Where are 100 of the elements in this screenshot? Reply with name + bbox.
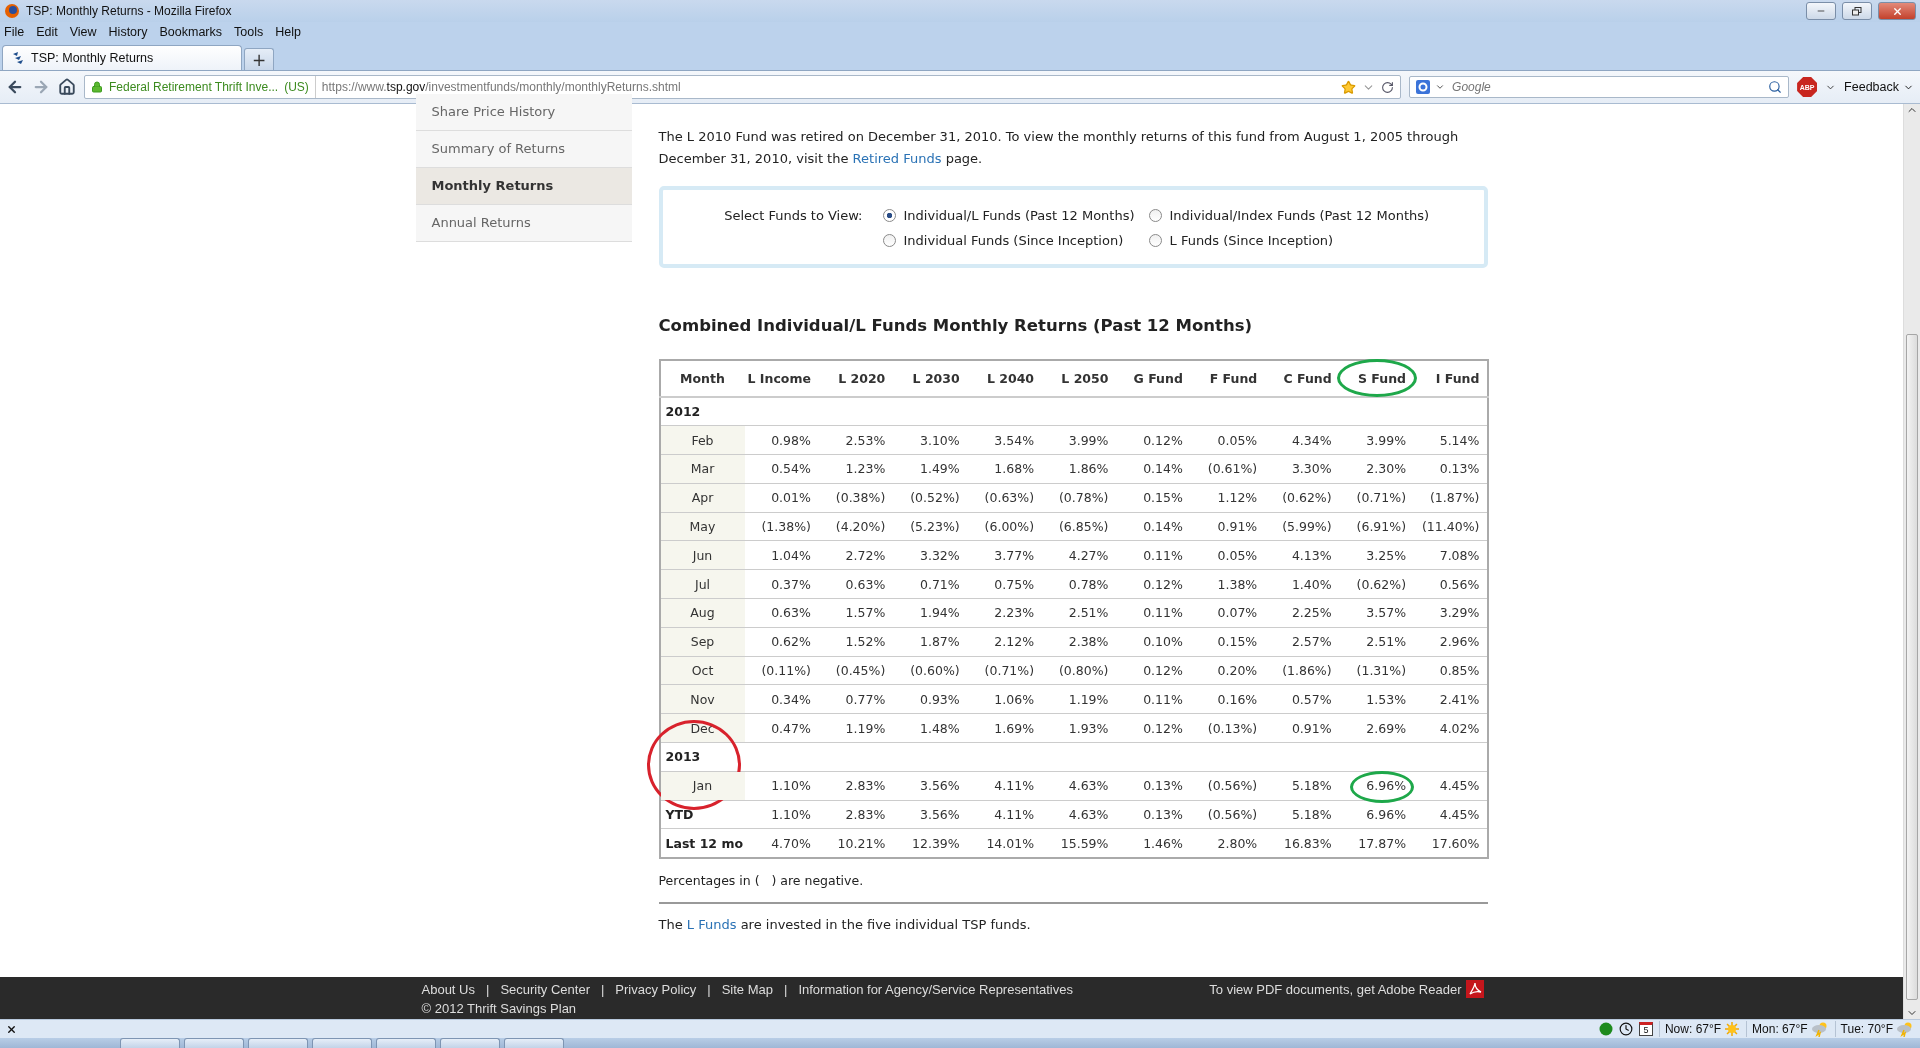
table-cell: 0.16% — [1217, 691, 1258, 707]
search-icon[interactable] — [1768, 80, 1783, 94]
table-cell: (0.63%) — [984, 490, 1035, 506]
menu-item[interactable]: Help — [275, 25, 301, 39]
table-cell: 1.52% — [845, 634, 886, 650]
radio-button[interactable] — [1148, 234, 1162, 247]
menu-item[interactable]: History — [108, 25, 148, 39]
retired-funds-link[interactable]: Retired Funds — [852, 151, 942, 166]
url-text: https://www.tsp.gov/investmentfunds/monthly/monthlyReturns.shtml — [321, 80, 682, 94]
table-cell: 0.77% — [845, 691, 886, 707]
minimize-button[interactable] — [1806, 2, 1836, 20]
taskbar-button[interactable] — [504, 1038, 564, 1048]
table-cell: 0.47% — [771, 720, 811, 736]
menu-item[interactable]: View — [69, 25, 97, 39]
radio-button[interactable] — [882, 234, 896, 247]
table-note: Percentages in ( ) are negative. — [658, 872, 865, 888]
table-title: Combined Individual/L Funds Monthly Returns (Past 12 Months) — [658, 316, 1254, 335]
menu-item[interactable]: Edit — [36, 25, 58, 39]
sidebar-item[interactable]: Share Price History — [415, 94, 632, 131]
table-cell: 0.91% — [1217, 519, 1258, 535]
footer-link[interactable]: Privacy Policy — [615, 980, 697, 999]
radio-option[interactable]: Individual/Index Funds (Past 12 Months) — [1148, 208, 1449, 223]
table-cell: 1.19% — [845, 720, 886, 736]
table-cell: 3.99% — [1068, 432, 1109, 448]
dropdown-icon[interactable] — [1435, 82, 1446, 92]
taskbar-button[interactable] — [440, 1038, 500, 1048]
calendar-icon[interactable]: 5 — [1638, 1022, 1653, 1036]
close-button[interactable] — [1878, 2, 1916, 20]
year-label: 2012 — [665, 404, 701, 420]
taskbar-button[interactable] — [376, 1038, 436, 1048]
taskbar-button[interactable] — [120, 1038, 180, 1048]
taskbar-button[interactable] — [248, 1038, 308, 1048]
table-cell: 0.11% — [1143, 605, 1183, 621]
pdf-icon[interactable] — [1465, 980, 1484, 998]
radio-option[interactable]: Individual/L Funds (Past 12 Months) — [882, 208, 1149, 223]
column-header: Month — [680, 371, 725, 386]
table-cell: 3.57% — [1366, 605, 1406, 621]
browser-tab[interactable]: TSP: Monthly Returns — [2, 45, 242, 70]
storm-cloud-icon — [1810, 1021, 1829, 1037]
table-cell: 4.45% — [1439, 807, 1480, 823]
search-input[interactable]: Google — [1450, 79, 1764, 95]
table-cell: 4.27% — [1068, 547, 1109, 563]
scroll-thumb[interactable] — [1906, 334, 1918, 1000]
month-label: Jun — [692, 547, 713, 563]
lfunds-link[interactable]: L Funds — [686, 916, 737, 932]
month-label: May — [689, 519, 716, 535]
restore-button[interactable] — [1842, 2, 1872, 20]
table-cell: 0.78% — [1068, 576, 1109, 592]
footer-link[interactable]: Security Center — [500, 980, 590, 999]
menu-item[interactable]: File — [4, 25, 25, 39]
address-bar[interactable]: Federal Retirement Thrift Inve... (US) https://www.tsp.gov/investmentfunds/monthly/monthlyReturns.shtml — [84, 75, 1402, 99]
radio-option[interactable]: Individual Funds (Since Inception) — [882, 233, 1149, 248]
taskbar-button[interactable] — [184, 1038, 244, 1048]
menu-item[interactable]: Tools — [234, 25, 264, 39]
table-cell: 3.77% — [994, 547, 1035, 563]
column-header: L 2040 — [986, 371, 1035, 386]
sidebar-item[interactable]: Annual Returns — [415, 205, 632, 242]
sidebar-item[interactable]: Summary of Returns — [415, 131, 632, 168]
feedback-button[interactable]: Feedback — [1844, 80, 1914, 94]
close-icon[interactable] — [6, 1023, 17, 1035]
table-cell: 1.86% — [1068, 461, 1109, 477]
table-cell: 0.63% — [845, 576, 886, 592]
column-header: S Fund — [1358, 371, 1406, 386]
radio-button[interactable] — [882, 209, 896, 222]
new-tab-button[interactable]: + — [244, 48, 274, 70]
scrollbar[interactable] — [1903, 104, 1920, 1019]
table-cell: 1.53% — [1366, 691, 1406, 707]
forward-icon[interactable] — [32, 78, 50, 96]
taskbar-button[interactable] — [312, 1038, 372, 1048]
reload-icon[interactable] — [1381, 80, 1395, 94]
table-cell: (5.99%) — [1282, 519, 1332, 535]
table-cell: 2.83% — [845, 807, 886, 823]
radio-button[interactable] — [1148, 209, 1162, 222]
radio-option[interactable]: L Funds (Since Inception) — [1148, 233, 1449, 248]
table-cell: 1.06% — [994, 691, 1035, 707]
table-cell: 16.83% — [1283, 835, 1332, 851]
home-icon[interactable] — [58, 78, 76, 96]
table-cell: 1.46% — [1143, 835, 1183, 851]
back-icon[interactable] — [6, 78, 24, 96]
table-cell: 2.38% — [1068, 634, 1109, 650]
table-cell: (0.62%) — [1356, 576, 1406, 592]
column-header: C Fund — [1283, 371, 1332, 386]
table-cell: 0.34% — [771, 691, 811, 707]
month-label: Dec — [690, 720, 715, 736]
sun-icon — [1724, 1021, 1741, 1037]
clock-icon[interactable] — [1618, 1022, 1633, 1036]
table-cell: 3.10% — [919, 432, 960, 448]
table-cell: 2.80% — [1217, 835, 1258, 851]
star-icon[interactable] — [1341, 79, 1357, 95]
footer-link[interactable]: Information for Agency/Service Representatives — [798, 980, 1073, 999]
footer-link[interactable]: Site Map — [721, 980, 773, 999]
month-label: Jul — [694, 576, 711, 592]
table-cell: 4.02% — [1439, 720, 1480, 736]
menu-item[interactable]: Bookmarks — [159, 25, 222, 39]
footer-link[interactable]: About Us — [421, 980, 475, 999]
table-cell: 3.29% — [1439, 605, 1480, 621]
table-cell: (0.52%) — [910, 490, 960, 506]
search-field[interactable]: Google — [1409, 76, 1790, 98]
sidebar-item[interactable]: Monthly Returns — [415, 168, 632, 205]
table-cell: 10.21% — [837, 835, 886, 851]
